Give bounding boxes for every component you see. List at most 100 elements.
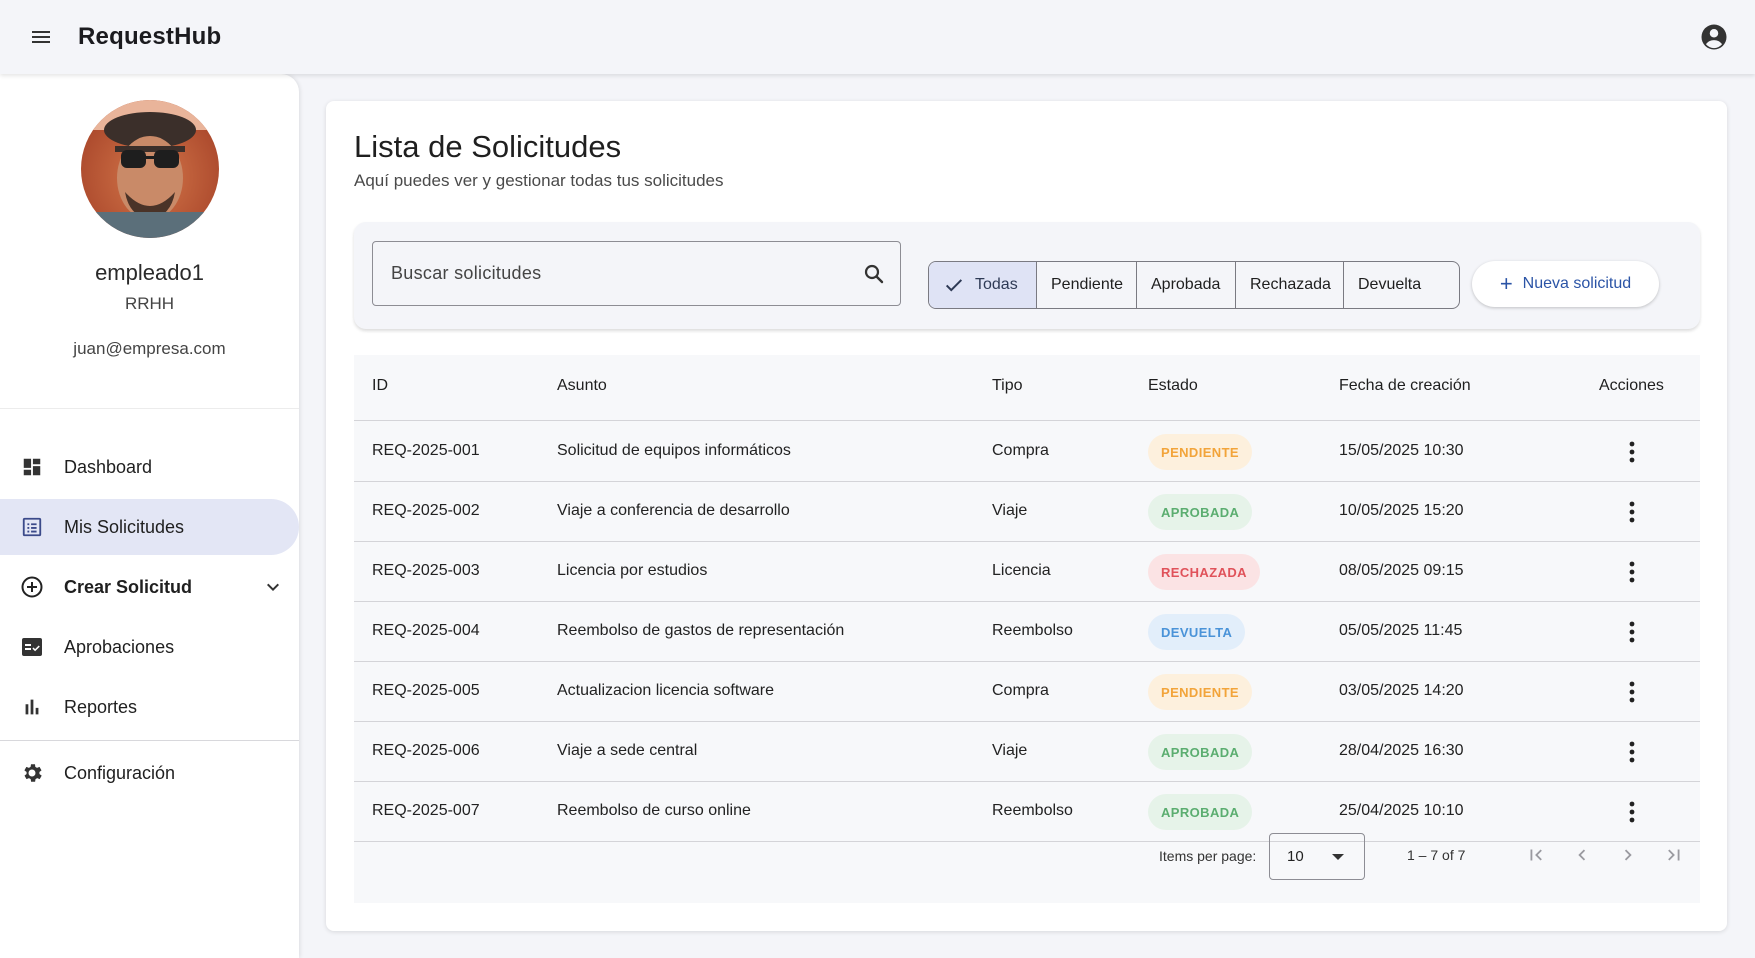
avatar xyxy=(81,100,219,238)
cell-id: REQ-2025-004 xyxy=(372,622,480,639)
sidebar: empleado1 RRHH juan@empresa.com Dashboar… xyxy=(0,74,299,958)
more-vert-icon[interactable] xyxy=(1619,497,1645,527)
menu-icon[interactable] xyxy=(20,16,62,58)
cell-fecha: 03/05/2025 14:20 xyxy=(1339,682,1464,699)
filter-label: Pendiente xyxy=(1051,276,1124,293)
approval-icon xyxy=(20,635,44,659)
cell-tipo: Reembolso xyxy=(992,622,1073,639)
table-row[interactable]: REQ-2025-002 Viaje a conferencia de desar… xyxy=(354,482,1700,542)
bar-chart-icon xyxy=(20,695,44,719)
previous-page-icon[interactable] xyxy=(1568,841,1596,869)
chevron-down-icon[interactable] xyxy=(261,575,285,599)
last-page-icon[interactable] xyxy=(1660,841,1688,869)
divider xyxy=(0,740,299,741)
column-header-fecha[interactable]: Fecha de creación xyxy=(1339,377,1471,395)
dropdown-arrow-icon xyxy=(1332,854,1344,860)
filter-pendiente[interactable]: Pendiente xyxy=(1036,262,1136,308)
nav-item-label: Configuración xyxy=(64,762,176,783)
status-badge: PENDIENTE xyxy=(1148,674,1253,710)
items-per-page-label: Items per page: xyxy=(1159,848,1257,864)
filter-label: Todas xyxy=(975,276,1018,293)
cell-fecha: 15/05/2025 10:30 xyxy=(1339,442,1464,459)
cell-asunto: Viaje a sede central xyxy=(557,742,698,759)
filter-todas[interactable]: Todas xyxy=(929,262,1036,308)
nav-item-reportes[interactable]: Reportes xyxy=(0,679,299,735)
nav-item-aprobaciones[interactable]: Aprobaciones xyxy=(0,619,299,675)
nav-item-dashboard[interactable]: Dashboard xyxy=(0,439,299,495)
cell-fecha: 08/05/2025 09:15 xyxy=(1339,562,1464,579)
filter-label: Aprobada xyxy=(1151,276,1221,293)
page-title: Lista de Solicitudes xyxy=(354,129,622,164)
nav-item-label: Reportes xyxy=(64,696,138,717)
status-badge: PENDIENTE xyxy=(1148,434,1253,470)
more-vert-icon[interactable] xyxy=(1619,437,1645,467)
items-per-page-select[interactable]: 10 xyxy=(1269,833,1365,880)
nav-item-label: Dashboard xyxy=(64,456,153,477)
filter-rechazada[interactable]: Rechazada xyxy=(1235,262,1343,308)
cell-id: REQ-2025-003 xyxy=(372,562,480,579)
cell-fecha: 05/05/2025 11:45 xyxy=(1339,622,1463,639)
nav-item-label: Aprobaciones xyxy=(64,636,175,657)
filter-toolbar: Todas Pendiente Aprobada Rechazada Devue… xyxy=(354,222,1700,329)
cell-tipo: Compra xyxy=(992,442,1049,459)
search-field xyxy=(372,241,901,306)
nav-item-configuracion[interactable]: Configuración xyxy=(0,745,299,801)
filter-aprobada[interactable]: Aprobada xyxy=(1136,262,1235,308)
cell-tipo: Reembolso xyxy=(992,802,1073,819)
items-per-page-value: 10 xyxy=(1287,848,1304,865)
table-row[interactable]: REQ-2025-005 Actualizacion licencia softw… xyxy=(354,662,1700,722)
table-row[interactable]: REQ-2025-001 Solicitud de equipos informá… xyxy=(354,422,1700,482)
nav-item-crear-solicitud[interactable]: Crear Solicitud xyxy=(0,559,299,615)
table-header: ID Asunto Tipo Estado Fecha de creación … xyxy=(354,355,1700,421)
status-badge: RECHAZADA xyxy=(1148,554,1260,590)
search-icon[interactable] xyxy=(862,262,886,286)
user-department: RRHH xyxy=(124,294,175,313)
requests-card: Lista de Solicitudes Aquí puedes ver y g… xyxy=(326,101,1727,931)
plus-icon: + xyxy=(1499,271,1513,296)
table-row[interactable]: REQ-2025-003 Licencia por estudios Licenci… xyxy=(354,542,1700,602)
column-header-asunto[interactable]: Asunto xyxy=(557,377,607,395)
cell-tipo: Viaje xyxy=(992,742,1028,759)
cell-id: REQ-2025-002 xyxy=(372,502,480,519)
user-name: empleado1 xyxy=(95,260,204,285)
column-header-id[interactable]: ID xyxy=(372,377,388,395)
more-vert-icon[interactable] xyxy=(1619,797,1645,827)
table-row[interactable]: REQ-2025-004 Reembolso de gastos de repre… xyxy=(354,602,1700,662)
more-vert-icon[interactable] xyxy=(1619,617,1645,647)
cell-id: REQ-2025-007 xyxy=(372,802,480,819)
cell-asunto: Licencia por estudios xyxy=(557,562,708,579)
search-input[interactable] xyxy=(391,263,831,284)
next-page-icon[interactable] xyxy=(1614,841,1642,869)
nav-item-mis-solicitudes[interactable]: Mis Solicitudes xyxy=(0,499,299,555)
column-header-tipo[interactable]: Tipo xyxy=(992,377,1023,395)
app-title: RequestHub xyxy=(78,23,222,50)
cell-fecha: 25/04/2025 10:10 xyxy=(1339,802,1464,819)
cell-asunto: Solicitud de equipos informáticos xyxy=(557,442,791,459)
cell-id: REQ-2025-006 xyxy=(372,742,480,759)
table-row[interactable]: REQ-2025-006 Viaje a sede central Viaje APR… xyxy=(354,722,1700,782)
status-filter-group: Todas Pendiente Aprobada Rechazada Devue… xyxy=(928,261,1460,309)
gear-icon xyxy=(20,761,44,785)
paginator: Items per page: 10 1 – 7 of 7 xyxy=(354,825,1700,885)
status-badge: APROBADA xyxy=(1148,734,1253,770)
cell-tipo: Licencia xyxy=(992,562,1051,579)
column-header-acciones: Acciones xyxy=(1599,377,1664,394)
divider xyxy=(0,408,299,409)
account-circle-icon[interactable] xyxy=(1699,22,1729,52)
cell-asunto: Reembolso de gastos de representación xyxy=(557,622,845,639)
cell-id: REQ-2025-001 xyxy=(372,442,480,459)
top-app-bar: RequestHub xyxy=(0,0,1755,74)
check-icon xyxy=(943,274,965,296)
more-vert-icon[interactable] xyxy=(1619,737,1645,767)
user-email: juan@empresa.com xyxy=(73,339,226,358)
column-header-estado[interactable]: Estado xyxy=(1148,377,1198,395)
filter-label: Devuelta xyxy=(1358,276,1422,293)
new-request-button[interactable]: + Nueva solicitud xyxy=(1472,261,1659,307)
cell-tipo: Compra xyxy=(992,682,1049,699)
status-badge: DEVUELTA xyxy=(1148,614,1246,650)
more-vert-icon[interactable] xyxy=(1619,677,1645,707)
more-vert-icon[interactable] xyxy=(1619,557,1645,587)
first-page-icon[interactable] xyxy=(1522,841,1550,869)
filter-devuelta[interactable]: Devuelta xyxy=(1343,262,1459,308)
add-circle-icon xyxy=(20,575,44,599)
